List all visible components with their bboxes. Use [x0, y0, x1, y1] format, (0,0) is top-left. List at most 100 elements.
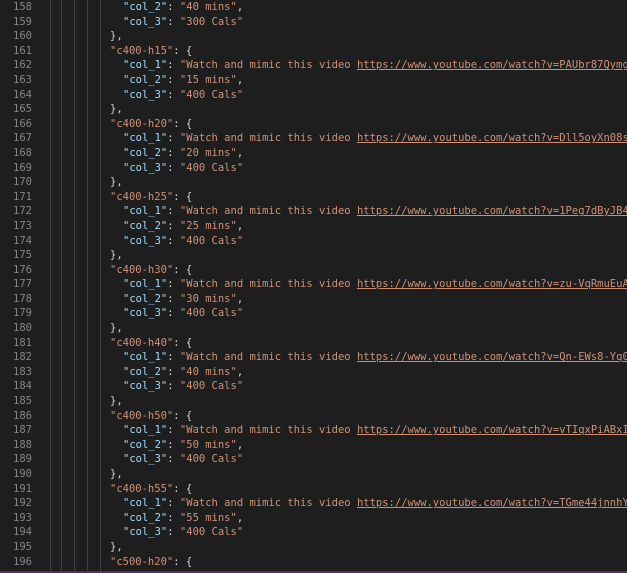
video-link[interactable]: https://www.youtube.com/watch?v=vTIqxPiA… — [357, 424, 627, 436]
json-key: "col_2" — [123, 292, 168, 305]
colon-punct: : — [167, 234, 180, 247]
json-value: "400 Cals" — [179, 88, 244, 101]
json-value: "15 mins" — [179, 73, 237, 86]
code-line[interactable]: "col_2": "55 mins", — [40, 511, 627, 526]
code-line[interactable]: "col_1": "Watch and mimic this video htt… — [40, 58, 627, 73]
video-link[interactable]: https://www.youtube.com/watch?v=TGme44jn… — [357, 497, 627, 509]
code-line[interactable]: "c400-h30": { — [40, 263, 627, 278]
colon-punct: : — [167, 1, 180, 13]
video-link[interactable]: https://www.youtube.com/watch?v=1Peg7dBy… — [357, 205, 627, 217]
trailing-punct: , — [236, 292, 244, 305]
line-number: 158 — [13, 1, 32, 13]
trailing-punct: , — [236, 365, 244, 378]
code-line[interactable]: "col_3": "400 Cals" — [40, 452, 627, 467]
code-editor[interactable]: 158 159 160 161 162 163 164 165 166 167 168 169 170 1… — [0, 0, 627, 573]
code-line[interactable]: "c400-h15": { — [40, 44, 627, 59]
colon-punct: : — [167, 351, 180, 364]
close-brace: }, — [110, 468, 123, 480]
colon-punct: : — [167, 59, 180, 72]
colon-punct: : — [167, 73, 180, 86]
code-line[interactable]: "c400-h20": { — [40, 117, 627, 132]
code-line[interactable]: }, — [40, 467, 627, 482]
code-line[interactable]: "col_1": "Watch and mimic this video htt… — [40, 131, 627, 146]
json-key: "col_1" — [123, 59, 168, 72]
json-object-key: "c400-h20" — [110, 117, 174, 130]
json-value: "400 Cals" — [179, 234, 244, 247]
code-line[interactable]: "col_3": "400 Cals" — [40, 88, 627, 103]
video-link[interactable]: https://www.youtube.com/watch?v=Qn-EWs8-… — [357, 351, 627, 363]
colon-punct: : — [167, 161, 180, 174]
code-line[interactable]: }, — [40, 248, 627, 263]
code-line[interactable]: "c400-h50": { — [40, 409, 627, 424]
video-link[interactable]: https://www.youtube.com/watch?v=Dll5oyXn… — [357, 132, 627, 144]
code-line[interactable]: "col_3": "400 Cals" — [40, 306, 627, 321]
code-line[interactable]: "col_2": "15 mins", — [40, 73, 627, 88]
json-value: "25 mins" — [179, 219, 237, 232]
line-number: 164 — [13, 88, 32, 101]
video-link[interactable]: https://www.youtube.com/watch?v=zu-VqRmu… — [357, 278, 627, 290]
code-line[interactable]: }, — [40, 540, 627, 555]
close-brace: }, — [110, 322, 123, 335]
code-line[interactable]: "col_1": "Watch and mimic this video htt… — [40, 204, 627, 219]
json-value: "55 mins" — [179, 511, 237, 524]
code-line[interactable]: "col_2": "40 mins", — [40, 0, 627, 15]
code-line[interactable]: "col_3": "300 Cals" — [40, 15, 627, 30]
code-line[interactable]: "col_1": "Watch and mimic this video htt… — [40, 277, 627, 292]
code-line[interactable]: }, — [40, 394, 627, 409]
close-brace: }, — [110, 103, 123, 116]
trailing-punct: , — [236, 146, 244, 159]
close-brace: }, — [110, 395, 123, 408]
code-line[interactable]: "col_2": "40 mins", — [40, 365, 627, 380]
video-link[interactable]: https://www.youtube.com/watch?v=PAUbr87Q… — [357, 59, 627, 71]
code-line[interactable]: "c400-h25": { — [40, 190, 627, 205]
line-number-gutter: 158 159 160 161 162 163 164 165 166 167 168 169 170 1… — [0, 0, 40, 573]
json-value: "Watch and mimic this video — [179, 205, 357, 218]
line-number: 170 — [13, 176, 32, 189]
code-line[interactable]: "col_3": "400 Cals" — [40, 161, 627, 176]
colon-punct: : — [167, 497, 180, 510]
code-line[interactable]: }, — [40, 175, 627, 190]
json-value: "40 mins" — [179, 1, 237, 13]
json-key: "col_2" — [123, 1, 168, 13]
line-number: 160 — [13, 30, 32, 43]
code-line[interactable]: "c400-h55": { — [40, 482, 627, 497]
colon-punct: : — [167, 132, 180, 145]
colon-punct: : — [167, 88, 180, 101]
json-key: "col_2" — [123, 219, 168, 232]
code-area[interactable]: "col_2": "40 mins", "col_3": "300 Cals"},… — [40, 0, 627, 573]
code-line[interactable]: "col_2": "25 mins", — [40, 219, 627, 234]
code-line[interactable]: "col_2": "50 mins", — [40, 438, 627, 453]
code-line[interactable]: "col_2": "20 mins", — [40, 146, 627, 161]
code-line[interactable]: }, — [40, 29, 627, 44]
code-line[interactable]: }, — [40, 102, 627, 117]
json-key: "col_1" — [123, 205, 168, 218]
code-line[interactable]: "col_1": "Watch and mimic this video htt… — [40, 496, 627, 511]
code-line[interactable]: }, — [40, 321, 627, 336]
open-brace: : { — [173, 44, 193, 57]
line-number: 192 — [13, 497, 32, 510]
code-line[interactable]: "c500-h20": { — [40, 555, 627, 570]
colon-punct: : — [167, 424, 180, 437]
code-line[interactable]: "col_1": "Watch and mimic this video htt… — [40, 350, 627, 365]
trailing-punct: , — [236, 511, 244, 524]
line-number: 169 — [13, 161, 32, 174]
line-number: 195 — [13, 540, 32, 553]
colon-punct: : — [167, 380, 180, 393]
json-key: "col_1" — [123, 424, 168, 437]
code-line[interactable]: "c400-h40": { — [40, 336, 627, 351]
line-number: 184 — [13, 380, 32, 393]
json-value: "300 Cals" — [179, 15, 244, 28]
line-number: 166 — [13, 117, 32, 130]
json-object-key: "c400-h25" — [110, 190, 174, 203]
colon-punct: : — [167, 15, 180, 28]
line-number: 179 — [13, 307, 32, 320]
code-line[interactable]: "col_3": "400 Cals" — [40, 234, 627, 249]
code-line[interactable]: "col_3": "400 Cals" — [40, 379, 627, 394]
line-number: 165 — [13, 103, 32, 116]
json-key: "col_2" — [123, 146, 168, 159]
code-line[interactable]: "col_1": "Watch and mimic this video htt… — [40, 423, 627, 438]
code-line[interactable]: "col_3": "400 Cals" — [40, 525, 627, 540]
line-number: 193 — [13, 511, 32, 524]
json-key: "col_1" — [123, 351, 168, 364]
code-line[interactable]: "col_2": "30 mins", — [40, 292, 627, 307]
